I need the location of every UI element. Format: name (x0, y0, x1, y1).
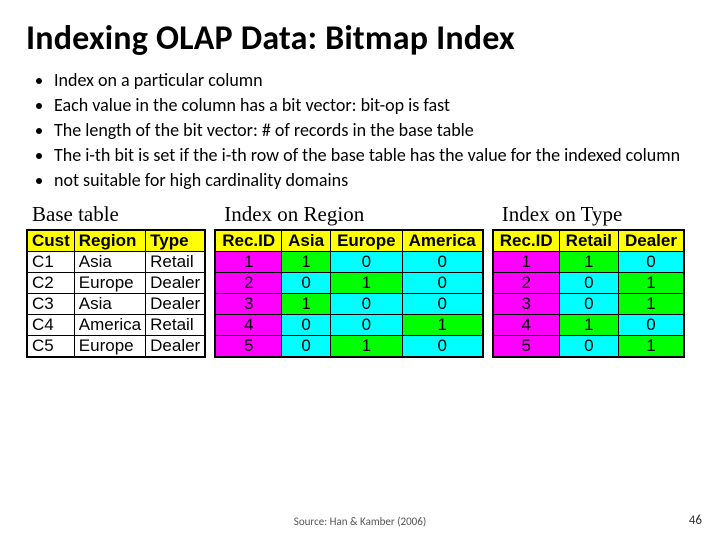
table-row: C2 Europe Dealer (27, 273, 205, 294)
footer-source: Source: Han & Kamber (2006) (0, 515, 720, 528)
col-header: Cust (27, 230, 74, 252)
table-row: 2 0 1 (493, 273, 684, 294)
caption-type: Index on Type (492, 202, 685, 227)
cell-bit: 0 (559, 336, 618, 358)
cell-bit: 0 (402, 336, 483, 358)
cell: C4 (27, 315, 74, 336)
cell: Dealer (146, 273, 206, 294)
col-header: Asia (282, 230, 331, 252)
bullet-item: not suitable for high cardinality domain… (54, 169, 694, 192)
cell-bit: 1 (559, 252, 618, 273)
table-row: 2 0 1 0 (215, 273, 483, 294)
caption-region: Index on Region (214, 202, 484, 227)
col-header: Rec.ID (215, 230, 281, 252)
table-row: 4 1 0 (493, 315, 684, 336)
cell-bit: 0 (618, 315, 683, 336)
slide: Indexing OLAP Data: Bitmap Index Index o… (0, 0, 720, 540)
tables-row: Base table Cust Region Type C1 Asia Reta… (26, 202, 694, 358)
table-row: 3 0 1 (493, 294, 684, 315)
cell-bit: 0 (618, 252, 683, 273)
cell-bit: 1 (402, 315, 483, 336)
cell-recid: 3 (215, 294, 281, 315)
table-row: 5 0 1 0 (215, 336, 483, 358)
cell: Retail (146, 315, 206, 336)
col-header: Europe (331, 230, 403, 252)
cell-bit: 0 (282, 336, 331, 358)
cell: Asia (74, 294, 145, 315)
cell-bit: 1 (282, 294, 331, 315)
cell-recid: 2 (493, 273, 559, 294)
cell: Retail (146, 252, 206, 273)
table-row: C5 Europe Dealer (27, 336, 205, 358)
cell-bit: 1 (618, 336, 683, 358)
cell: C3 (27, 294, 74, 315)
cell: Asia (74, 252, 145, 273)
cell-recid: 2 (215, 273, 281, 294)
cell: C2 (27, 273, 74, 294)
cell-bit: 0 (282, 273, 331, 294)
bullet-item: The i-th bit is set if the i-th row of t… (54, 144, 694, 167)
cell-bit: 0 (331, 294, 403, 315)
bullet-item: Each value in the column has a bit vecto… (54, 94, 694, 117)
table-row: 1 1 0 (493, 252, 684, 273)
cell-bit: 0 (402, 294, 483, 315)
table-row: 3 1 0 0 (215, 294, 483, 315)
cell-bit: 1 (559, 315, 618, 336)
col-header: Rec.ID (493, 230, 559, 252)
table-row: C3 Asia Dealer (27, 294, 205, 315)
cell-recid: 4 (215, 315, 281, 336)
cell-recid: 1 (215, 252, 281, 273)
bullet-list: Index on a particular column Each value … (54, 69, 694, 192)
cell-bit: 0 (402, 273, 483, 294)
base-table-block: Base table Cust Region Type C1 Asia Reta… (26, 202, 206, 358)
col-header: Dealer (618, 230, 683, 252)
col-header: America (402, 230, 483, 252)
table-row: 1 1 0 0 (215, 252, 483, 273)
cell-bit: 1 (618, 273, 683, 294)
type-index-block: Index on Type Rec.ID Retail Dealer 1 1 0… (492, 202, 685, 358)
table-row: C1 Asia Retail (27, 252, 205, 273)
type-index-table: Rec.ID Retail Dealer 1 1 0 2 0 1 3 0 (492, 229, 685, 358)
cell-bit: 0 (331, 252, 403, 273)
cell-recid: 4 (493, 315, 559, 336)
table-header-row: Cust Region Type (27, 230, 205, 252)
cell-bit: 1 (331, 273, 403, 294)
cell-bit: 0 (331, 315, 403, 336)
cell-recid: 5 (493, 336, 559, 358)
table-header-row: Rec.ID Asia Europe America (215, 230, 483, 252)
page-title: Indexing OLAP Data: Bitmap Index (26, 18, 694, 59)
page-number: 46 (689, 513, 702, 528)
region-index-table: Rec.ID Asia Europe America 1 1 0 0 2 0 1… (214, 229, 484, 358)
cell: America (74, 315, 145, 336)
cell-bit: 1 (282, 252, 331, 273)
cell-bit: 0 (282, 315, 331, 336)
cell: Dealer (146, 336, 206, 358)
caption-base: Base table (26, 202, 206, 227)
cell: Dealer (146, 294, 206, 315)
table-row: C4 America Retail (27, 315, 205, 336)
cell-bit: 0 (559, 273, 618, 294)
col-header: Retail (559, 230, 618, 252)
cell: Europe (74, 273, 145, 294)
cell-recid: 3 (493, 294, 559, 315)
bullet-item: The length of the bit vector: # of recor… (54, 119, 694, 142)
cell-bit: 1 (331, 336, 403, 358)
cell: C5 (27, 336, 74, 358)
region-index-block: Index on Region Rec.ID Asia Europe Ameri… (214, 202, 484, 358)
table-row: 5 0 1 (493, 336, 684, 358)
cell-recid: 1 (493, 252, 559, 273)
table-row: 4 0 0 1 (215, 315, 483, 336)
base-table: Cust Region Type C1 Asia Retail C2 Europ… (26, 229, 206, 358)
col-header: Region (74, 230, 145, 252)
col-header: Type (146, 230, 206, 252)
cell: Europe (74, 336, 145, 358)
cell: C1 (27, 252, 74, 273)
cell-recid: 5 (215, 336, 281, 358)
cell-bit: 0 (402, 252, 483, 273)
table-header-row: Rec.ID Retail Dealer (493, 230, 684, 252)
bullet-item: Index on a particular column (54, 69, 694, 92)
cell-bit: 1 (618, 294, 683, 315)
cell-bit: 0 (559, 294, 618, 315)
